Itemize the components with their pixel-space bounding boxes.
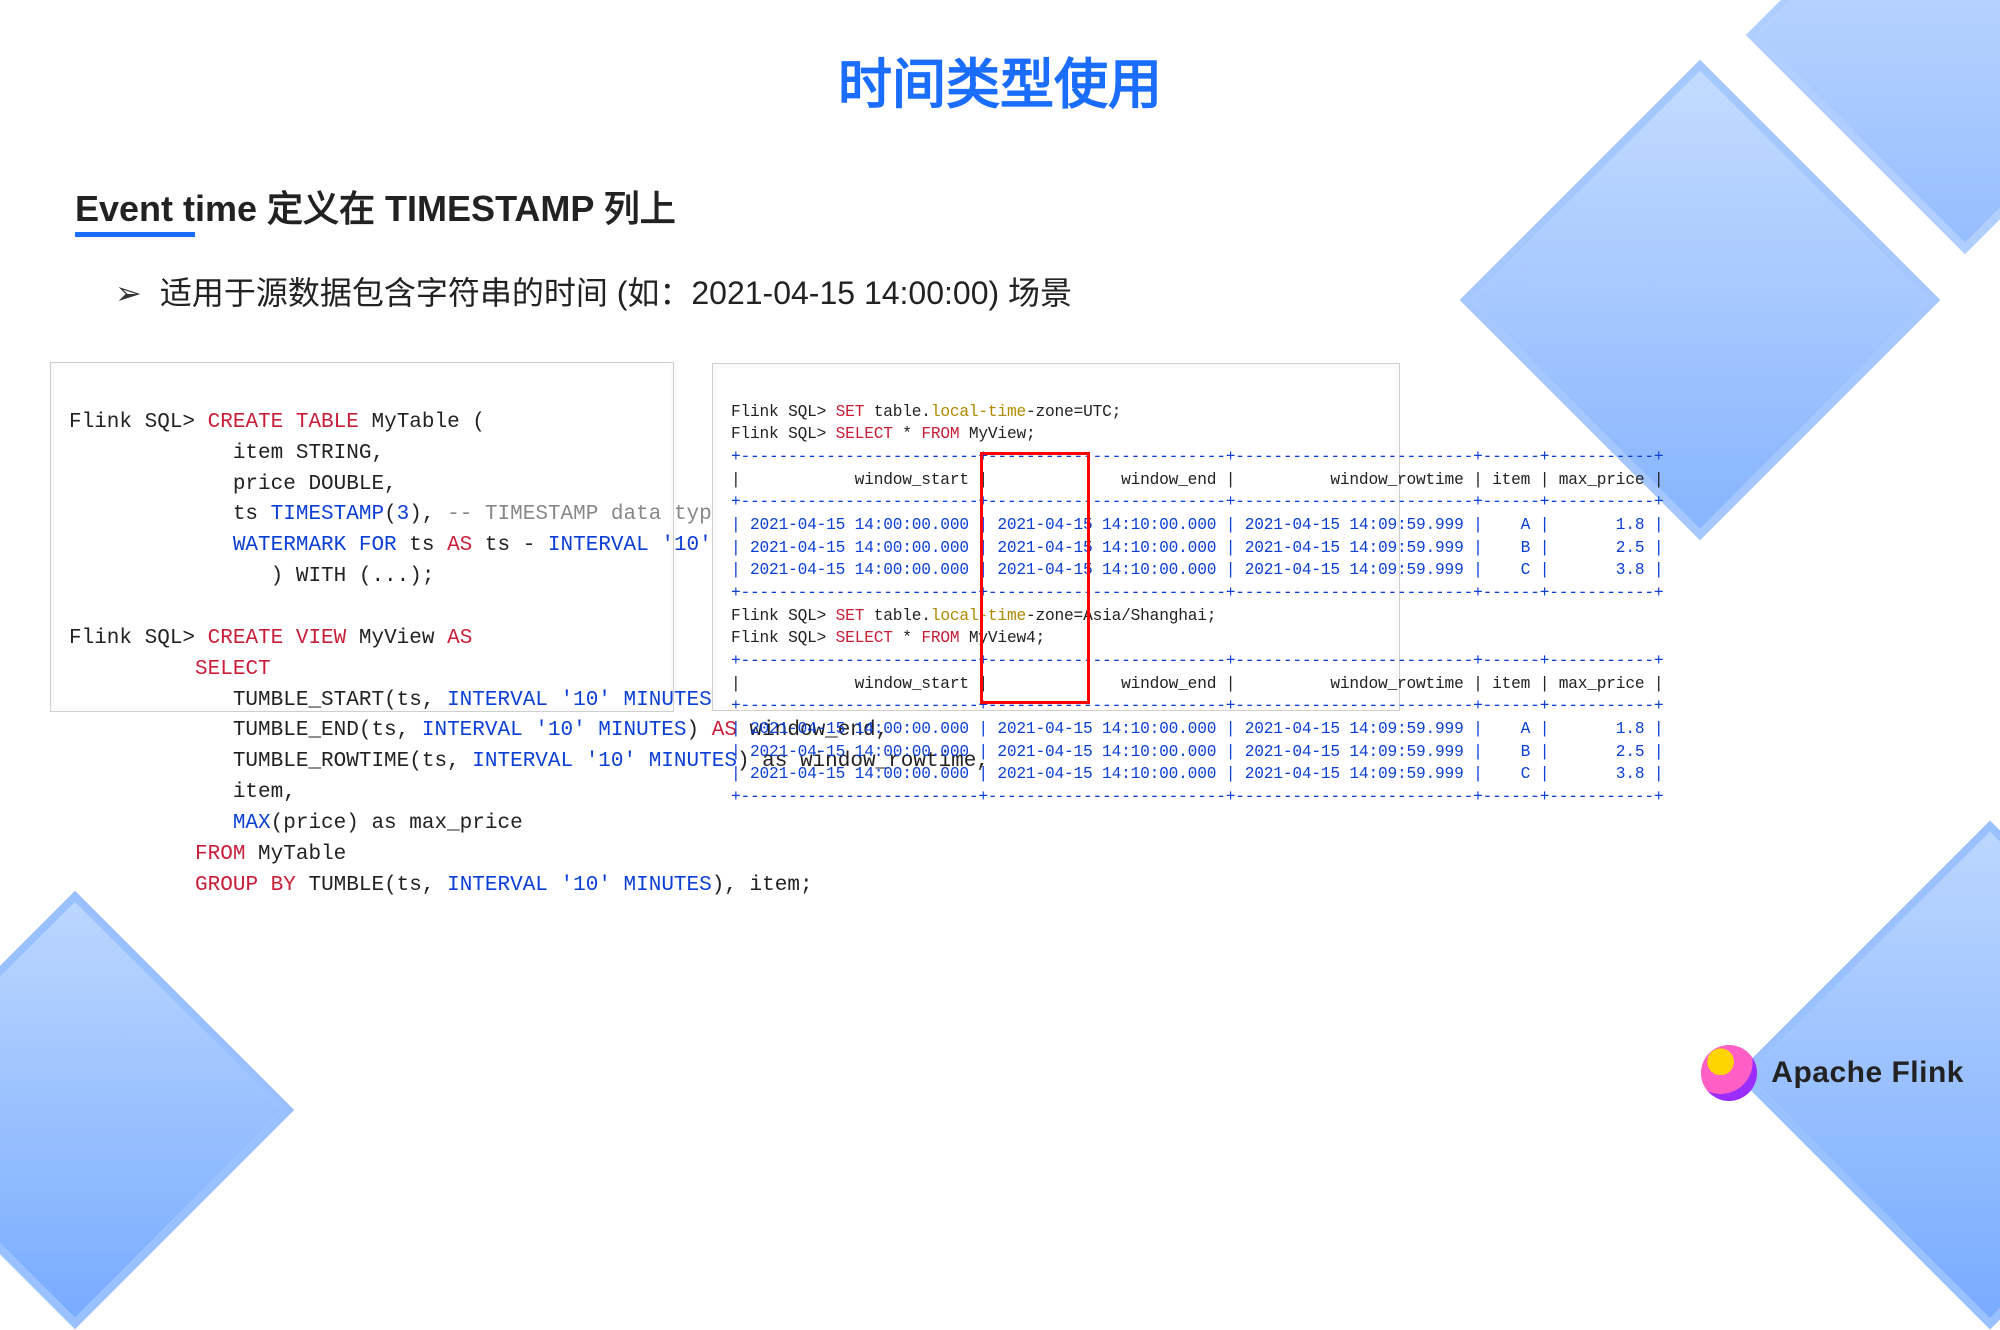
from-table: MyTable (245, 843, 346, 866)
interval-1: INTERVAL '10' MINUTES (447, 689, 712, 712)
tbl-border-5: +-------------------------+-------------… (731, 697, 1663, 715)
sql-prompt-r3: Flink SQL> (731, 607, 826, 625)
set2-b: table. (864, 607, 931, 625)
tbl-border-2: +-------------------------+-------------… (731, 493, 1663, 511)
ts-comment: -- TIMESTAMP data type (435, 503, 725, 526)
tumble-rowtime: TUMBLE_ROWTIME(ts, (233, 750, 472, 773)
tbl2-row-0: | 2021-04-15 14:00:00.000 | 2021-04-15 1… (731, 720, 1663, 738)
set1-e: UTC; (1083, 403, 1121, 421)
sql-prompt: Flink SQL> (69, 411, 195, 434)
flink-logo-icon (1701, 1045, 1757, 1101)
wm-d: ts - (472, 534, 548, 557)
max-price: (price) as max_price (271, 812, 523, 835)
set1-d: -zone= (1026, 403, 1083, 421)
code-pane-left: Flink SQL> CREATE TABLE MyTable ( item S… (50, 362, 674, 712)
slide-title: 时间类型使用 (0, 40, 2000, 119)
set1-c: local-time (931, 403, 1026, 421)
sql-prompt-2: Flink SQL> (69, 627, 195, 650)
l2c: ) (687, 719, 712, 742)
tumble-start: TUMBLE_START(ts, (233, 689, 447, 712)
sel-item: item, (233, 781, 296, 804)
table-name: MyTable ( (371, 411, 484, 434)
group-b: TUMBLE(ts, (296, 874, 447, 897)
kw-from-r1: FROM (921, 425, 959, 443)
section-heading: Event time 定义在 TIMESTAMP 列上 (75, 180, 676, 232)
tbl-border-4: +-------------------------+-------------… (731, 652, 1663, 670)
bullet-text: 适用于源数据包含字符串的时间 (如：2021-04-15 14:00:00) 场… (115, 268, 1072, 314)
kw-create-view: CREATE VIEW (208, 627, 347, 650)
interval-4: INTERVAL '10' MINUTES (447, 874, 712, 897)
tbl-border-6: +-------------------------+-------------… (731, 788, 1663, 806)
sql-prompt-r1: Flink SQL> (731, 403, 826, 421)
set1-b: table. (864, 403, 931, 421)
section-underline (75, 232, 195, 237)
decor-cube-bottom-left (0, 891, 294, 1329)
set2-c: local-time (931, 607, 1026, 625)
with-clause: ) WITH (...); (271, 565, 435, 588)
interval-2: INTERVAL '10' MINUTES (422, 719, 687, 742)
kw-set-1: SET (836, 403, 865, 421)
kw-from: FROM (195, 843, 245, 866)
sel1-d: MyView; (959, 425, 1035, 443)
tbl2-row-2: | 2021-04-15 14:00:00.000 | 2021-04-15 1… (731, 765, 1663, 783)
wm-b: ts (397, 534, 447, 557)
code-pane-right: Flink SQL> SET table.local-time-zone=UTC… (712, 363, 1400, 711)
view-name: MyView (346, 627, 447, 650)
col-ts-e: ), (409, 503, 434, 526)
col-item: item STRING, (233, 442, 384, 465)
kw-from-r2: FROM (921, 629, 959, 647)
col-price: price DOUBLE, (233, 473, 397, 496)
sql-prompt-r2: Flink SQL> (731, 425, 826, 443)
kw-select-r2: SELECT (836, 629, 893, 647)
tbl-header-1: | window_start | window_end | window_row… (731, 471, 1663, 489)
kw-group-by: GROUP BY (195, 874, 296, 897)
sel2-d: MyView4; (959, 629, 1045, 647)
kw-create-table: CREATE TABLE (208, 411, 359, 434)
kw-select-r1: SELECT (836, 425, 893, 443)
tbl2-row-1: | 2021-04-15 14:00:00.000 | 2021-04-15 1… (731, 743, 1663, 761)
set2-e: Asia/Shanghai; (1083, 607, 1216, 625)
kw-select: SELECT (195, 658, 271, 681)
col-ts-a: ts (233, 503, 271, 526)
kw-set-2: SET (836, 607, 865, 625)
tbl-border-3: +-------------------------+-------------… (731, 584, 1663, 602)
sql-prompt-r4: Flink SQL> (731, 629, 826, 647)
interval-3: INTERVAL '10' MINUTES (472, 750, 737, 773)
kw-as-view: AS (447, 627, 472, 650)
tbl1-row-2: | 2021-04-15 14:00:00.000 | 2021-04-15 1… (731, 561, 1663, 579)
tbl-border-1: +-------------------------+-------------… (731, 448, 1663, 466)
kw-watermark-for: WATERMARK FOR (233, 534, 397, 557)
tumble-end: TUMBLE_END(ts, (233, 719, 422, 742)
tbl-header-2: | window_start | window_end | window_row… (731, 675, 1663, 693)
group-d: ), item; (712, 874, 813, 897)
tbl1-row-1: | 2021-04-15 14:00:00.000 | 2021-04-15 1… (731, 539, 1663, 557)
kw-max: MAX (233, 812, 271, 835)
kw-as-wm: AS (447, 534, 472, 557)
ts-precision: 3 (397, 503, 410, 526)
sel2-b: * (893, 629, 922, 647)
footer-brand-text: Apache Flink (1771, 1056, 1964, 1090)
kw-timestamp: TIMESTAMP (271, 503, 384, 526)
footer-brand: Apache Flink (1701, 1045, 1964, 1101)
tbl1-row-0: | 2021-04-15 14:00:00.000 | 2021-04-15 1… (731, 516, 1663, 534)
sel1-b: * (893, 425, 922, 443)
set2-d: -zone= (1026, 607, 1083, 625)
col-ts-c: ( (384, 503, 397, 526)
